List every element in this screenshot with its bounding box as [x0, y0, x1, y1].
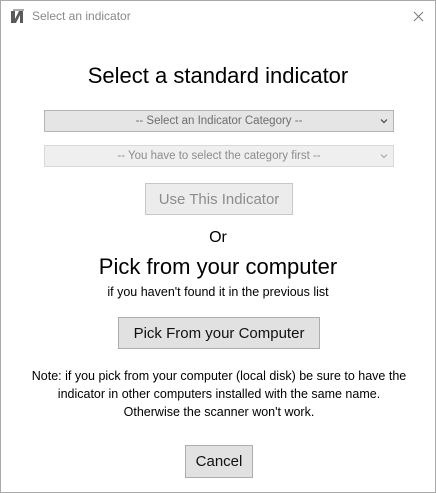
indicator-category-select[interactable]: -- Select an Indicator Category -- [44, 110, 394, 132]
indicator-select-value: -- You have to select the category first… [117, 150, 321, 162]
cancel-button[interactable]: Cancel [185, 445, 253, 478]
chevron-down-icon [380, 119, 388, 124]
note-line-3: Otherwise the scanner won't work. [123, 405, 315, 419]
window-title: Select an indicator [32, 9, 131, 23]
note-text: Note: if you pick from your computer (lo… [1, 367, 436, 421]
pick-from-computer-subtext: if you haven't found it in the previous … [107, 285, 329, 299]
chevron-down-icon [380, 154, 388, 159]
or-separator: Or [209, 229, 227, 246]
note-line-2: indicator in other computers installed w… [57, 387, 381, 401]
dialog-window: Select an indicator Select a standard in… [0, 0, 436, 493]
title-bar[interactable]: Select an indicator [1, 1, 435, 32]
use-indicator-button: Use This Indicator [145, 183, 293, 215]
app-logo-icon [10, 9, 25, 24]
note-line-1: Note: if you pick from your computer (lo… [31, 369, 407, 383]
close-button[interactable] [405, 4, 431, 28]
indicator-category-value: -- Select an Indicator Category -- [135, 115, 303, 127]
standard-indicator-heading: Select a standard indicator [87, 63, 349, 88]
pick-from-computer-heading: Pick from your computer [98, 254, 338, 279]
close-icon [413, 11, 423, 21]
pick-from-computer-button[interactable]: Pick From your Computer [118, 317, 320, 349]
indicator-select: -- You have to select the category first… [44, 145, 394, 167]
